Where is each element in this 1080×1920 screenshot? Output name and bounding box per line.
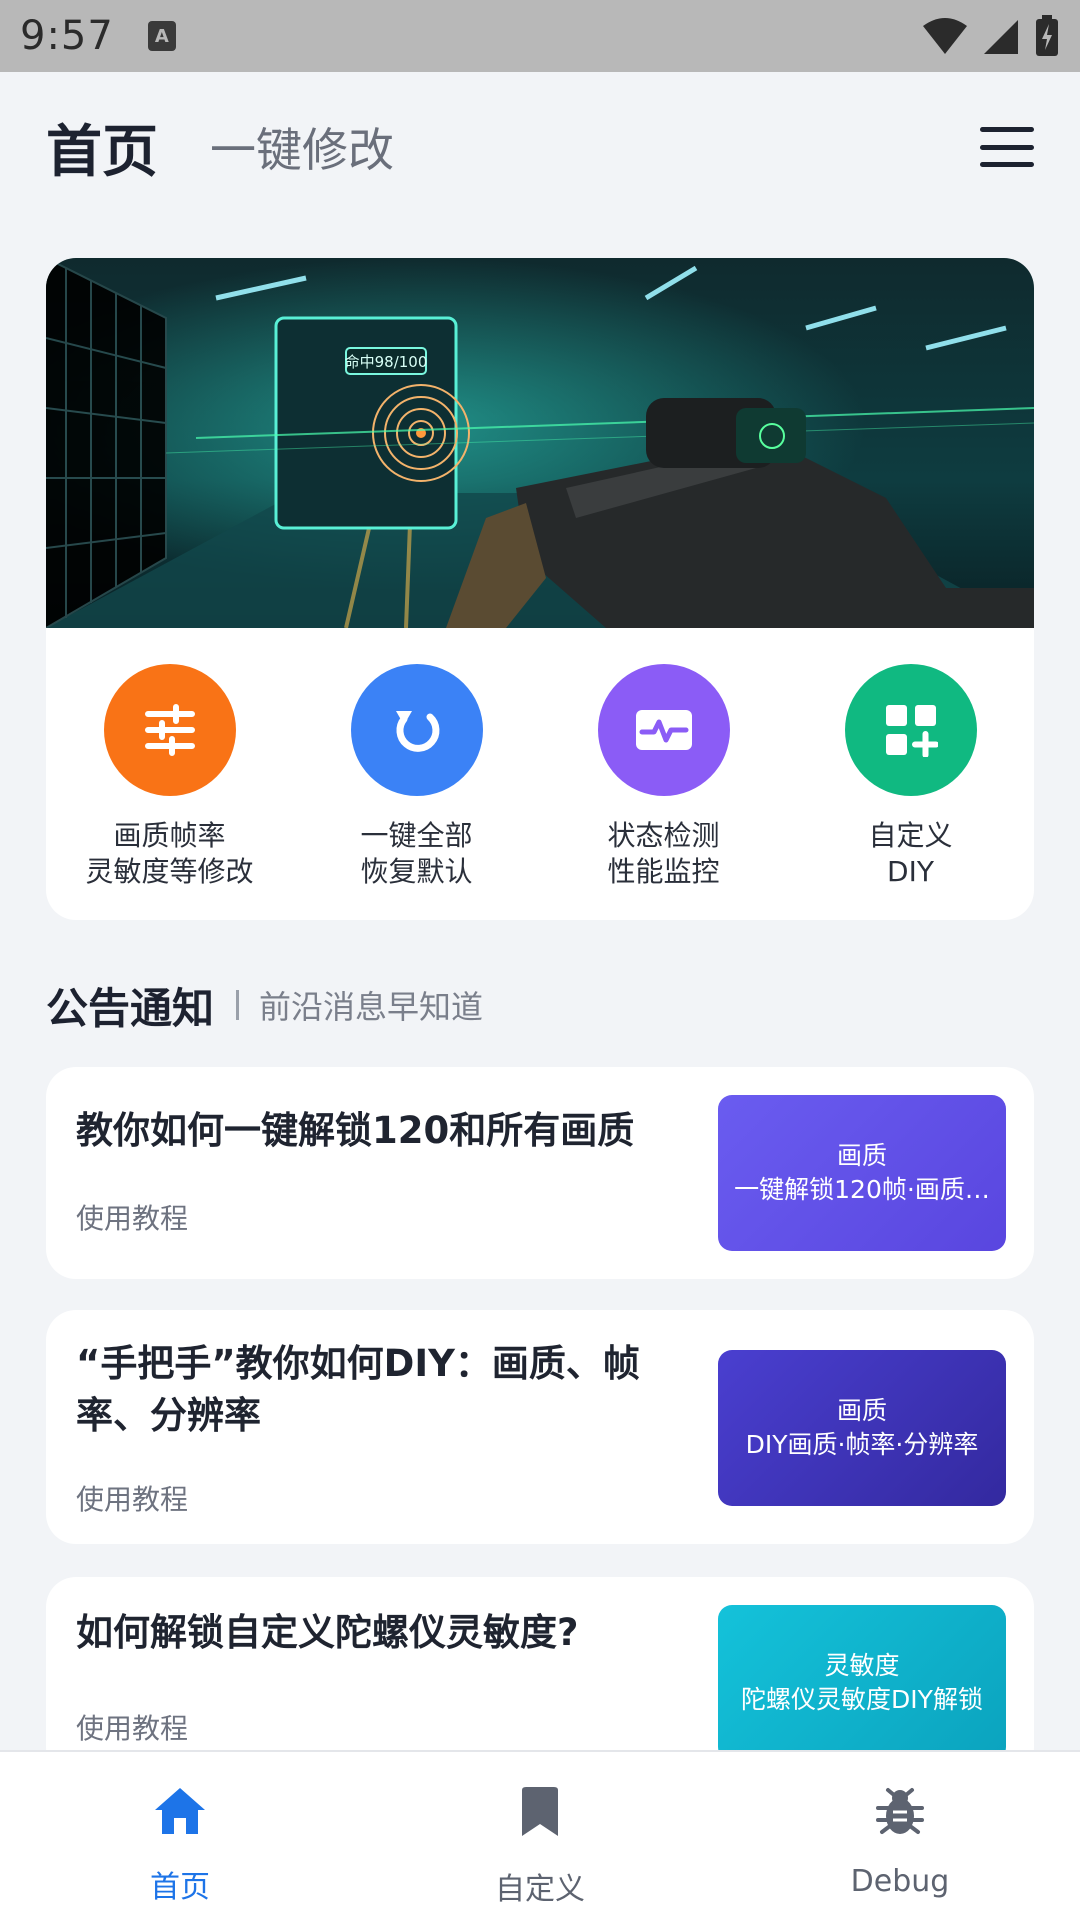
notice-title: 教你如何一键解锁120和所有画质 [76,1109,635,1152]
app-header: 首页 一键修改 [0,72,1080,222]
thumb-description: DIY画质·帧率·分辨率 [745,1430,979,1459]
reset-icon [395,711,439,752]
notice-thumbnail: 画质 DIY画质·帧率·分辨率 [718,1350,1006,1506]
action-label-line2: 灵敏度等修改 [85,855,254,888]
notice-tag: 使用教程 [76,1202,189,1235]
hero-card: 命中98/100 画质帧率 灵敏度等修改 一键全部 恢复默认 状态检测 性能监控… [46,258,1034,920]
action-quality-settings[interactable]: 画质帧率 灵敏度等修改 [46,628,293,920]
wifi-icon [923,18,967,54]
notice-thumbnail: 画质 一键解锁120帧·画质… [718,1095,1006,1251]
status-icons [922,14,1060,58]
notice-tag: 使用教程 [76,1483,189,1516]
nav-label: 自定义 [495,1872,585,1907]
action-label-line1: 画质帧率 [113,819,226,852]
action-status-monitor[interactable]: 状态检测 性能监控 [540,628,787,920]
bookmark-icon [522,1787,558,1836]
action-circle [844,664,977,796]
thumb-category: 灵敏度 [824,1651,900,1680]
action-circle [350,664,483,796]
action-label-line1: 自定义 [868,819,953,852]
page-title: 首页 [46,119,158,185]
menu-button[interactable] [980,127,1034,167]
thumb-description: 一键解锁120帧·画质… [734,1175,990,1204]
action-label-line2: 性能监控 [607,855,720,888]
status-bar: 9:57 A [0,0,1080,72]
notice-thumbnail: 灵敏度 陀螺仪灵敏度DIY解锁 [718,1605,1006,1761]
target-score-text: 命中98/100 [345,353,428,371]
action-label-line2: DIY [887,855,934,888]
page-subtitle: 一键修改 [210,123,394,177]
action-label-line1: 状态检测 [607,819,720,852]
thumb-category: 画质 [836,1141,887,1170]
action-label-line2: 恢复默认 [360,855,473,888]
section-title: 公告通知 [46,983,215,1033]
add-grid-icon [885,705,938,757]
nav-item-debug[interactable]: Debug [720,1752,1080,1920]
action-custom-diy[interactable]: 自定义 DIY [787,628,1034,920]
status-time: 9:57 [20,13,114,59]
nav-label: Debug [850,1864,950,1899]
quick-actions: 画质帧率 灵敏度等修改 一键全部 恢复默认 状态检测 性能监控 自定义 DIY [46,628,1034,920]
nav-label: 首页 [150,1870,210,1905]
announcements-header: 公告通知 前沿消息早知道 [46,975,483,1035]
sliders-icon [144,704,195,756]
battery-icon [1036,15,1058,56]
notification-icon: A [147,21,176,51]
bottom-nav: 首页 自定义 Debug [0,1750,1080,1920]
section-subtitle: 前沿消息早知道 [259,988,484,1026]
hero-banner-image[interactable]: 命中98/100 [46,258,1034,628]
notice-tag: 使用教程 [76,1712,189,1745]
notice-card[interactable]: 教你如何一键解锁120和所有画质 使用教程 画质 一键解锁120帧·画质… [46,1067,1034,1279]
action-label-line1: 一键全部 [360,819,473,852]
home-icon [155,1788,205,1834]
notice-title: 如何解锁自定义陀螺仪灵敏度? [76,1611,579,1654]
thumb-description: 陀螺仪灵敏度DIY解锁 [741,1685,983,1714]
bug-icon [876,1788,924,1834]
notice-card[interactable]: “手把手”教你如何DIY：画质、帧率、分辨率 使用教程 画质 DIY画质·帧率·… [46,1310,1034,1544]
notice-title: “手把手”教你如何DIY：画质、帧率、分辨率 [76,1342,640,1437]
thumb-category: 画质 [836,1396,887,1425]
signal-icon [984,20,1018,54]
nav-item-home[interactable]: 首页 [0,1752,360,1920]
action-circle [103,664,236,796]
notice-card[interactable]: 如何解锁自定义陀螺仪灵敏度? 使用教程 灵敏度 陀螺仪灵敏度DIY解锁 [46,1577,1034,1777]
action-circle [597,664,730,796]
section-divider [236,990,240,1020]
action-restore-defaults[interactable]: 一键全部 恢复默认 [293,628,540,920]
nav-item-custom[interactable]: 自定义 [360,1752,720,1920]
pulse-icon [635,710,692,750]
